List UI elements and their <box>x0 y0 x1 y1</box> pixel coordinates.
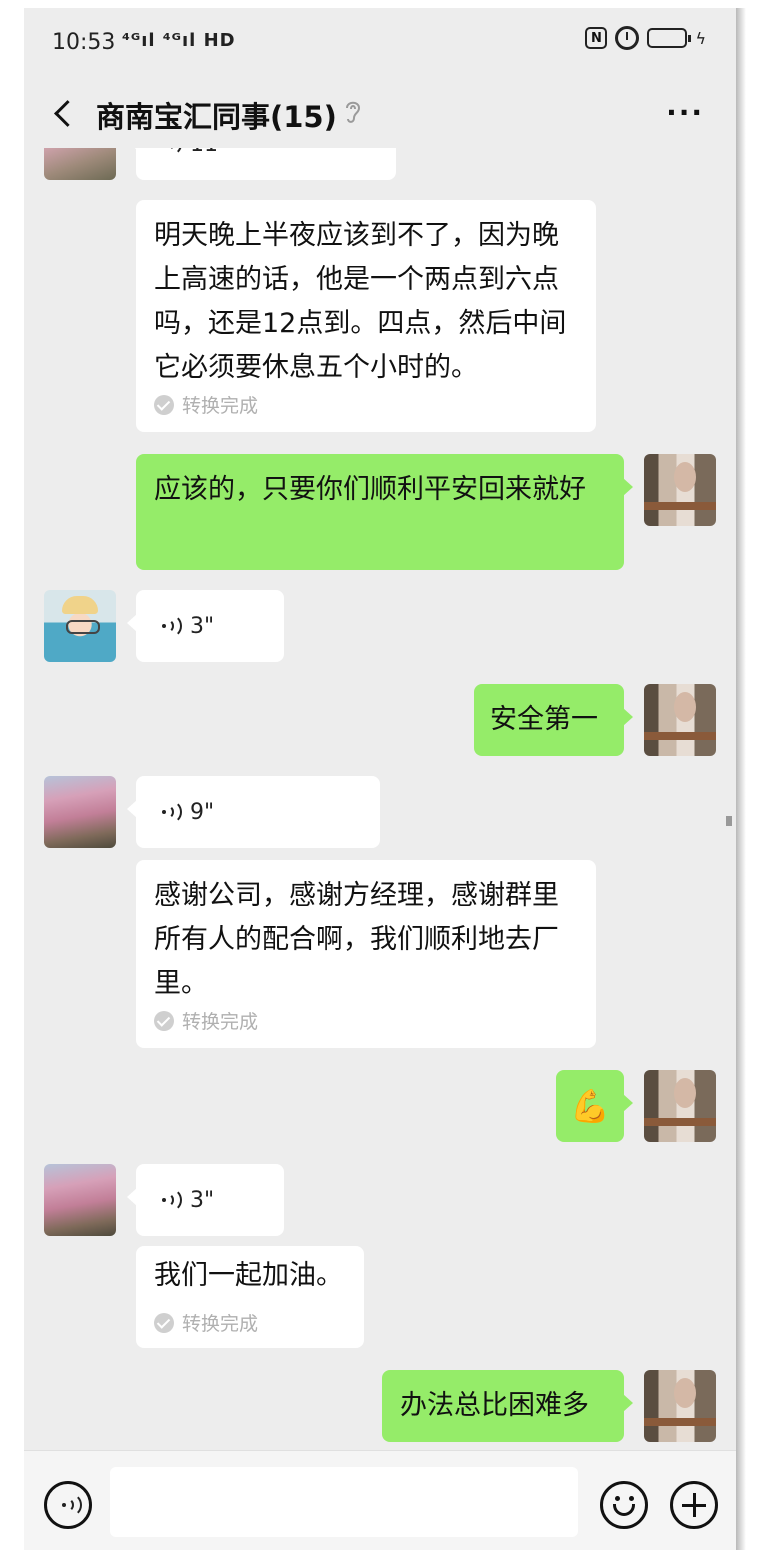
voice-wave-icon <box>160 148 182 156</box>
signal-indicators: ⁴ᴳıl ⁴ᴳıl HD <box>122 30 236 51</box>
check-circle-icon <box>154 1312 174 1333</box>
voice-message[interactable]: 9" <box>127 776 380 848</box>
voice-duration: 9" <box>190 799 215 825</box>
battery-icon <box>647 28 692 48</box>
transcript-status: 转换完成 <box>154 1309 258 1336</box>
charging-icon: ϟ <box>695 28 706 48</box>
chat-screen: 10:53 ⁴ᴳıl ⁴ᴳıl HD N ϟ 商南宝汇同事(15) ··· 11… <box>24 8 736 1550</box>
voice-wave-icon <box>160 1188 182 1212</box>
voice-message[interactable]: 11" <box>127 148 396 180</box>
avatar[interactable] <box>644 1070 716 1142</box>
message-list[interactable]: 11" 明天晚上半夜应该到不了，因为晚上高速的话，他是一个两点到六点吗，还是12… <box>24 148 736 1450</box>
input-bar <box>24 1450 736 1550</box>
avatar[interactable] <box>44 590 116 662</box>
avatar[interactable] <box>44 776 116 848</box>
transcript-status: 转换完成 <box>154 1007 258 1034</box>
flexed-biceps-icon: 💪 <box>570 1087 610 1125</box>
status-label: 转换完成 <box>182 395 259 417</box>
sent-message[interactable]: 安全第一 <box>474 684 633 756</box>
scrollbar[interactable] <box>726 816 732 826</box>
alarm-icon <box>615 26 640 50</box>
message-text: 应该的，只要你们顺利平安回来就好 <box>154 474 586 505</box>
voice-duration: 11" <box>190 148 228 157</box>
status-label: 转换完成 <box>182 1313 259 1335</box>
voice-duration: 3" <box>190 1187 215 1213</box>
voice-input-icon <box>60 1493 82 1517</box>
emoji-button[interactable] <box>600 1481 648 1529</box>
sent-message[interactable]: 💪 <box>556 1070 633 1142</box>
voice-transcript[interactable]: 明天晚上半夜应该到不了，因为晚上高速的话，他是一个两点到六点吗，还是12点到。四… <box>136 200 596 432</box>
message-text: 办法总比困难多 <box>400 1390 589 1421</box>
avatar[interactable] <box>44 148 116 180</box>
status-bar: 10:53 ⁴ᴳıl ⁴ᴳıl HD N ϟ <box>24 8 736 78</box>
nfc-icon: N <box>585 27 608 49</box>
sent-message[interactable]: 办法总比困难多 <box>382 1370 633 1442</box>
voice-transcript[interactable]: 我们一起加油。 转换完成 <box>136 1246 364 1348</box>
more-options-button[interactable]: ··· <box>666 96 704 129</box>
voice-transcript[interactable]: 感谢公司，感谢方经理，感谢群里所有人的配合啊，我们顺利地去厂里。 转换完成 <box>136 860 596 1048</box>
chevron-left-icon[interactable] <box>46 94 82 134</box>
voice-input-button[interactable] <box>44 1481 92 1529</box>
avatar[interactable] <box>644 1370 716 1442</box>
avatar[interactable] <box>44 1164 116 1236</box>
message-text: 感谢公司，感谢方经理，感谢群里所有人的配合啊，我们顺利地去厂里。 <box>154 880 559 999</box>
voice-wave-icon <box>160 614 182 638</box>
voice-duration: 3" <box>190 613 215 639</box>
message-text: 明天晚上半夜应该到不了，因为晚上高速的话，他是一个两点到六点吗，还是12点到。四… <box>154 220 567 383</box>
avatar[interactable] <box>644 454 716 526</box>
check-circle-icon <box>154 394 174 415</box>
message-text: 安全第一 <box>490 704 598 735</box>
voice-message[interactable]: 3" <box>127 590 284 662</box>
status-time: 10:53 <box>52 30 116 55</box>
message-input[interactable] <box>110 1467 578 1537</box>
check-circle-icon <box>154 1010 174 1031</box>
chat-title: 商南宝汇同事(15) <box>96 100 337 134</box>
sent-message[interactable]: 应该的，只要你们顺利平安回来就好 <box>136 454 633 570</box>
chat-header: 商南宝汇同事(15) ··· <box>24 78 736 148</box>
status-label: 转换完成 <box>182 1011 259 1033</box>
screenshot-edge <box>736 8 746 1550</box>
voice-message[interactable]: 3" <box>127 1164 284 1236</box>
voice-wave-icon <box>160 800 182 824</box>
avatar[interactable] <box>644 684 716 756</box>
message-text: 我们一起加油。 <box>154 1260 343 1291</box>
ear-icon <box>346 101 361 123</box>
transcript-status: 转换完成 <box>154 391 258 418</box>
status-right-icons: N ϟ <box>585 26 706 50</box>
plus-icon[interactable] <box>670 1481 718 1529</box>
